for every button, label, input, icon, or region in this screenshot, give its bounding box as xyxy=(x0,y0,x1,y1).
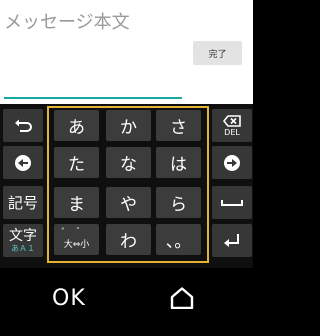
case-toggle-label: 大⇔小 xyxy=(63,240,90,250)
symbols-key[interactable]: 記号 xyxy=(3,186,43,219)
delete-key[interactable]: DEL xyxy=(212,109,252,142)
cursor-right-key[interactable] xyxy=(212,146,252,179)
key-ya[interactable]: や xyxy=(106,187,151,218)
key-ta[interactable]: た xyxy=(54,147,99,178)
text-field-underline[interactable] xyxy=(4,97,182,99)
key-dakuten-case[interactable]: ゜゛ 大⇔小 xyxy=(54,224,99,255)
navigation-bar: OK xyxy=(0,268,253,336)
input-mode-label: 文字 xyxy=(9,227,37,244)
arrow-left-icon xyxy=(15,154,31,171)
keyboard: 記号 文字 あＡ１ あ か さ た な は ま や ら ゜゛ 大⇔小 わ 、。 … xyxy=(0,104,253,268)
cursor-left-key[interactable] xyxy=(3,146,43,179)
key-na[interactable]: な xyxy=(106,147,151,178)
key-ra[interactable]: ら xyxy=(156,187,201,218)
enter-key[interactable] xyxy=(212,224,252,257)
message-title: メッセージ本文 xyxy=(4,12,130,33)
enter-icon xyxy=(224,233,239,247)
backspace-icon xyxy=(223,114,241,127)
undo-key[interactable] xyxy=(3,109,43,142)
key-punctuation[interactable]: 、。 xyxy=(156,224,201,255)
dakuten-marks: ゜゛ xyxy=(61,228,92,238)
key-wa[interactable]: わ xyxy=(106,224,151,255)
key-ma[interactable]: ま xyxy=(54,187,99,218)
key-sa[interactable]: さ xyxy=(156,110,201,141)
home-icon[interactable] xyxy=(170,287,194,309)
input-mode-sub: あＡ１ xyxy=(11,243,35,253)
key-ha[interactable]: は xyxy=(156,147,201,178)
done-button[interactable]: 完了 xyxy=(193,41,242,65)
space-icon xyxy=(221,199,243,206)
space-key[interactable] xyxy=(212,186,252,219)
input-mode-key[interactable]: 文字 あＡ１ xyxy=(3,224,43,257)
arrow-right-icon xyxy=(224,154,240,171)
undo-icon xyxy=(15,119,32,132)
message-area: メッセージ本文 完了 xyxy=(0,0,253,104)
key-a[interactable]: あ xyxy=(54,110,99,141)
delete-label: DEL xyxy=(224,127,240,137)
key-ka[interactable]: か xyxy=(106,110,151,141)
ok-button[interactable]: OK xyxy=(52,286,86,311)
